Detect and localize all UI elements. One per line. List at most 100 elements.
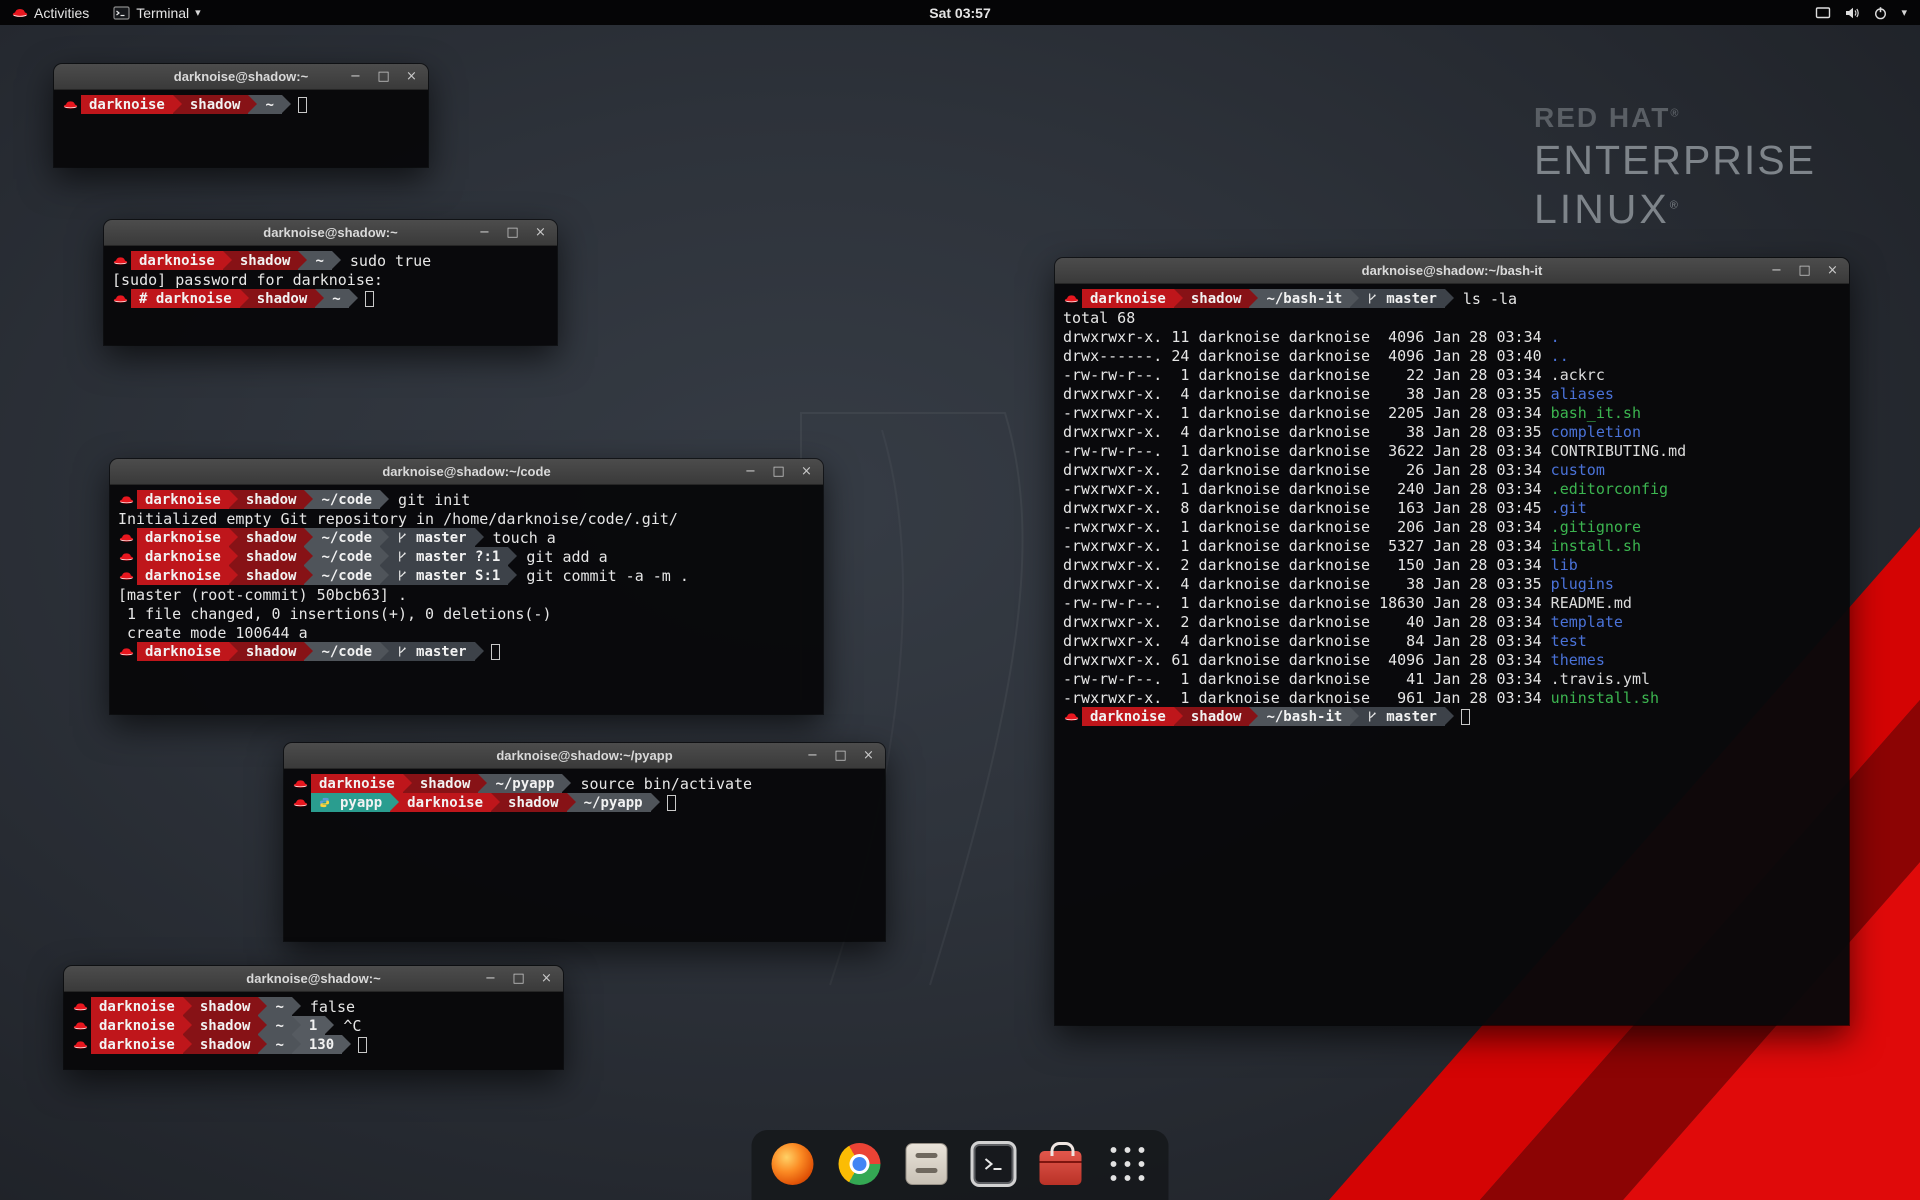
powerline-arrow-icon (304, 642, 313, 661)
maximize-button[interactable]: □ (506, 221, 519, 245)
redhat-icon (112, 289, 131, 308)
ls-entry-meta: -rwxrwxr-x. 1 darknoise darknoise 206 Ja… (1063, 517, 1551, 536)
terminal-line: -rw-rw-r--. 1 darknoise darknoise 22 Jan… (1063, 365, 1841, 384)
segment-label: shadow (1191, 709, 1242, 725)
terminal-content[interactable]: darknoiseshadow~/code git initInitialize… (110, 485, 823, 666)
maximize-button[interactable]: □ (834, 744, 847, 768)
window-titlebar[interactable]: darknoise@shadow:~/pyapp−□× (284, 743, 885, 769)
terminal-window-t5[interactable]: darknoise@shadow:~−□×darknoiseshadow~ fa… (64, 966, 563, 1069)
terminal-line: -rw-rw-r--. 1 darknoise darknoise 3622 J… (1063, 441, 1841, 460)
window-controls: −□ × (806, 744, 885, 768)
minimize-button[interactable]: − (1770, 259, 1783, 283)
close-button[interactable]: × (540, 967, 553, 991)
maximize-button[interactable]: □ (772, 460, 785, 484)
window-controls: −□ × (744, 460, 823, 484)
minimize-button[interactable]: − (806, 744, 819, 768)
powerline-arrow-icon (173, 95, 182, 114)
prompt-segment: ~/code (313, 566, 380, 585)
segment-label: darknoise (1090, 291, 1166, 307)
activities-button[interactable]: Activities (0, 0, 101, 25)
minimize-button[interactable]: − (744, 460, 757, 484)
ls-entry-meta: drwxrwxr-x. 2 darknoise darknoise 26 Jan… (1063, 460, 1551, 479)
file-name: .travis.yml (1551, 669, 1650, 688)
terminal-window-t4[interactable]: darknoise@shadow:~/pyapp−□×darknoiseshad… (284, 743, 885, 941)
prompt-segment: shadow (238, 642, 305, 661)
terminal-content[interactable]: darknoiseshadow~ sudo true[sudo] passwor… (104, 246, 557, 313)
window-titlebar[interactable]: darknoise@shadow:~−□× (54, 64, 428, 90)
prompt-segment: darknoise (137, 528, 229, 547)
terminal-content[interactable]: darknoiseshadow~ (54, 90, 428, 119)
prompt-segment: shadow (238, 490, 305, 509)
dock-item-firefox[interactable] (770, 1141, 816, 1187)
close-button[interactable]: × (862, 744, 875, 768)
minimize-button[interactable]: − (478, 221, 491, 245)
terminal-line: -rw-rw-r--. 1 darknoise darknoise 41 Jan… (1063, 669, 1841, 688)
powerline-arrow-icon (229, 528, 238, 547)
terminal-line: create mode 100644 a (118, 623, 815, 642)
terminal-text: ls -la (1454, 289, 1517, 308)
terminal-line: darknoiseshadow~130 (72, 1035, 555, 1054)
terminal-line: -rwxrwxr-x. 1 darknoise darknoise 2205 J… (1063, 403, 1841, 422)
close-button[interactable]: × (1826, 259, 1839, 283)
close-button[interactable]: × (800, 460, 813, 484)
dock-item-chrome[interactable] (837, 1141, 883, 1187)
terminal-content[interactable]: darknoiseshadow~/bash-itmaster ls -latot… (1055, 284, 1849, 731)
segment-label: shadow (200, 1037, 251, 1053)
window-titlebar[interactable]: darknoise@shadow:~/code−□ × (110, 459, 823, 485)
system-status-area[interactable]: ▾ (1802, 0, 1920, 25)
terminal-window-t6[interactable]: darknoise@shadow:~/bash-it−□×darknoisesh… (1055, 258, 1849, 1025)
terminal-line: # darknoiseshadow~ (112, 289, 549, 308)
terminal-window-t2[interactable]: darknoise@shadow:~−□×darknoiseshadow~ su… (104, 220, 557, 345)
dock-item-files[interactable] (904, 1141, 950, 1187)
redhat-icon (72, 1016, 91, 1035)
terminal-text: create mode 100644 a (118, 623, 308, 642)
window-titlebar[interactable]: darknoise@shadow:~−□× (64, 966, 563, 992)
close-button[interactable]: × (405, 65, 418, 89)
window-titlebar[interactable]: darknoise@shadow:~/bash-it−□× (1055, 258, 1849, 284)
close-button[interactable]: × (534, 221, 547, 245)
maximize-button[interactable]: □ (377, 65, 390, 89)
maximize-button[interactable]: □ (1798, 259, 1811, 283)
window-title: darknoise@shadow:~/code (110, 464, 823, 479)
segment-label: darknoise (145, 644, 221, 660)
dock-item-toolbox[interactable] (1038, 1141, 1084, 1187)
powerline-arrow-icon (349, 289, 358, 308)
prompt-segment: shadow (238, 528, 305, 547)
terminal-content[interactable]: darknoiseshadow~ falsedarknoiseshadow~1 … (64, 992, 563, 1059)
dock-item-app-grid[interactable] (1105, 1141, 1151, 1187)
redhat-icon (118, 642, 137, 661)
prompt-segment: ~/code (313, 642, 380, 661)
terminal-line: -rwxrwxr-x. 1 darknoise darknoise 961 Ja… (1063, 688, 1841, 707)
minimize-button[interactable]: − (484, 967, 497, 991)
terminal-content[interactable]: darknoiseshadow~/pyapp source bin/activa… (284, 769, 885, 817)
terminal-text: Initialized empty Git repository in /hom… (118, 509, 678, 528)
git-branch-icon (397, 550, 411, 563)
clock[interactable]: Sat 03:57 (929, 5, 990, 21)
powerline-arrow-icon (258, 997, 267, 1016)
terminal-line: [master (root-commit) 50bcb63] . (118, 585, 815, 604)
segment-label: master (416, 530, 467, 546)
terminal-window-t1[interactable]: darknoise@shadow:~−□×darknoiseshadow~ (54, 64, 428, 167)
segment-label: # darknoise (139, 291, 232, 307)
dock-item-terminal[interactable] (971, 1141, 1017, 1187)
segment-label: ~/code (321, 644, 372, 660)
powerline-arrow-icon (229, 490, 238, 509)
terminal-line: darknoiseshadow~/codemaster ?:1 git add … (118, 547, 815, 566)
app-menu[interactable]: Terminal ▾ (101, 0, 212, 25)
redhat-icon (292, 793, 311, 812)
python-icon (319, 797, 335, 808)
terminal-line: pyappdarknoiseshadow~/pyapp (292, 793, 877, 812)
git-branch-icon (1367, 292, 1381, 305)
segment-label: master (1386, 709, 1437, 725)
segment-label: darknoise (145, 568, 221, 584)
powerline-arrow-icon (562, 774, 571, 793)
prompt-segment: 1 (301, 1016, 325, 1035)
window-titlebar[interactable]: darknoise@shadow:~−□× (104, 220, 557, 246)
prompt-segment: shadow (500, 793, 567, 812)
text-cursor (358, 1037, 367, 1053)
minimize-button[interactable]: − (349, 65, 362, 89)
maximize-button[interactable]: □ (512, 967, 525, 991)
terminal-text: source bin/activate (571, 774, 752, 793)
volume-icon (1844, 6, 1860, 20)
terminal-window-t3[interactable]: darknoise@shadow:~/code−□×darknoiseshado… (110, 459, 823, 714)
